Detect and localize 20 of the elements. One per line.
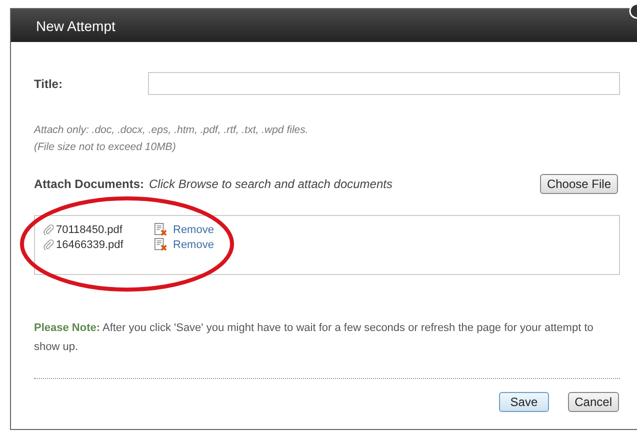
dialog-title: New Attempt: [36, 18, 116, 34]
field-label: Attach Documents:: [34, 177, 144, 191]
file-name: 70118450.pdf: [56, 224, 124, 236]
paperclip-icon: [43, 224, 54, 235]
title-input[interactable]: [148, 72, 620, 95]
paperclip-icon: [43, 239, 54, 250]
hint-text: (File size not to exceed 10MB): [34, 140, 177, 155]
file-name: 16466339.pdf: [56, 238, 124, 250]
choose-file-button[interactable]: Choose File: [540, 174, 618, 194]
hint-text: Attach only: .doc, .docx, .eps, .htm, .pdf, .rtf, .txt, .wpd files.: [34, 123, 310, 138]
note-text: Please Note: After you click 'Save' you might have to wait for a few seconds or refresh the page for your attempt to show up.: [34, 321, 594, 355]
cancel-button[interactable]: Cancel: [568, 392, 619, 412]
remove-link[interactable]: Remove: [173, 238, 214, 250]
instruction-text: Click Browse to search and attach documents: [149, 177, 392, 191]
close-icon[interactable]: [628, 3, 637, 19]
save-button[interactable]: Save: [499, 392, 549, 412]
delete-document-icon: [154, 223, 167, 236]
field-label: Title:: [34, 76, 64, 90]
remove-link[interactable]: Remove: [173, 224, 214, 236]
delete-document-icon: [154, 238, 167, 251]
